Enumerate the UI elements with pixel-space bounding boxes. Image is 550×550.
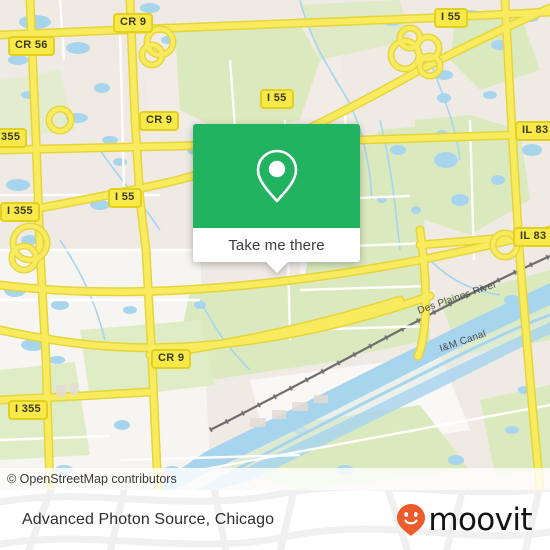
card-footer: Advanced Photon Source, Chicago moovit [0, 490, 550, 550]
moovit-pin-logo-icon [397, 504, 426, 536]
map-shield-i55-1: I 55 [260, 89, 294, 109]
popup-header [193, 124, 360, 228]
location-title: Advanced Photon Source, Chicago [22, 511, 275, 528]
moovit-location-card: CR 9 CR 56 I 55 I 55 CR 9 IL 83 355 I 35… [0, 0, 550, 550]
popup-pointer [265, 262, 288, 273]
moovit-wordmark: moovit [428, 501, 532, 538]
map-pin-icon [256, 149, 297, 203]
osm-attribution[interactable]: © OpenStreetMap contributors [7, 472, 177, 486]
map-shield-i355-1: I 355 [0, 202, 40, 222]
map-shield-cr9-2: CR 9 [139, 111, 180, 131]
map-shield-cr9-3: CR 9 [151, 349, 192, 369]
map-shield-i55-2: I 55 [108, 188, 142, 208]
map-shield-cr9-1: CR 9 [113, 13, 154, 33]
map-shield-i55-top: I 55 [434, 8, 468, 28]
popup-footer[interactable]: Take me there [193, 228, 360, 273]
take-me-there-label: Take me there [228, 236, 325, 254]
map-shield-cr56: CR 56 [8, 36, 55, 56]
map-shield-i355-2: I 355 [8, 400, 48, 420]
moovit-brand[interactable]: moovit [396, 490, 533, 550]
map-shield-355: 355 [0, 128, 28, 148]
map-shield-il83-2: IL 83 [513, 227, 550, 247]
location-popup[interactable]: Take me there [193, 124, 360, 273]
map-shield-il83-1: IL 83 [515, 121, 550, 141]
